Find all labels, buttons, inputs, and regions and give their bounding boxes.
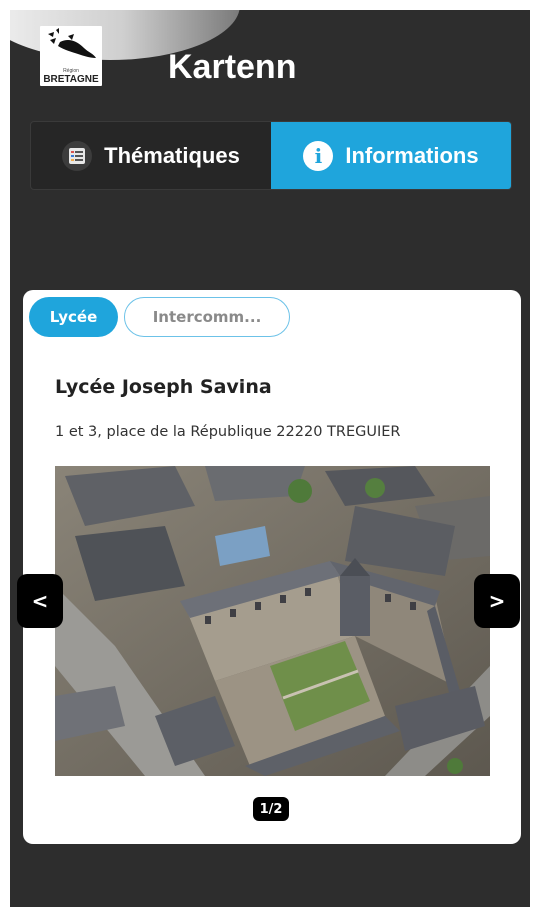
- app-panel: Région BRETAGNE Kartenn Thématiques i In…: [10, 10, 530, 907]
- school-name: Lycée Joseph Savina: [55, 376, 272, 398]
- logo-label: BRETAGNE: [43, 74, 99, 85]
- info-card: Lycée Intercomm... Lycée Joseph Savina 1…: [23, 290, 521, 844]
- category-chips: Lycée Intercomm...: [29, 297, 290, 337]
- ermine-icon: [48, 28, 96, 58]
- main-tabs: Thématiques i Informations: [30, 121, 512, 190]
- list-icon: [62, 140, 93, 171]
- app-title: Kartenn: [168, 48, 297, 86]
- tab-thematiques[interactable]: Thématiques: [31, 122, 271, 189]
- carousel-prev-button[interactable]: <: [17, 574, 63, 628]
- tab-thematiques-label: Thématiques: [104, 142, 240, 168]
- carousel-next-button[interactable]: >: [474, 574, 520, 628]
- tab-informations[interactable]: i Informations: [271, 122, 511, 189]
- chip-lycee[interactable]: Lycée: [29, 297, 118, 337]
- region-bretagne-logo[interactable]: Région BRETAGNE: [40, 26, 102, 86]
- tab-informations-label: Informations: [345, 142, 479, 168]
- carousel-counter: 1/2: [253, 797, 289, 821]
- chip-intercommunalite[interactable]: Intercomm...: [124, 297, 290, 337]
- school-address: 1 et 3, place de la République 22220 TRE…: [55, 424, 401, 440]
- info-icon: i: [303, 140, 334, 171]
- school-photo: [55, 466, 490, 776]
